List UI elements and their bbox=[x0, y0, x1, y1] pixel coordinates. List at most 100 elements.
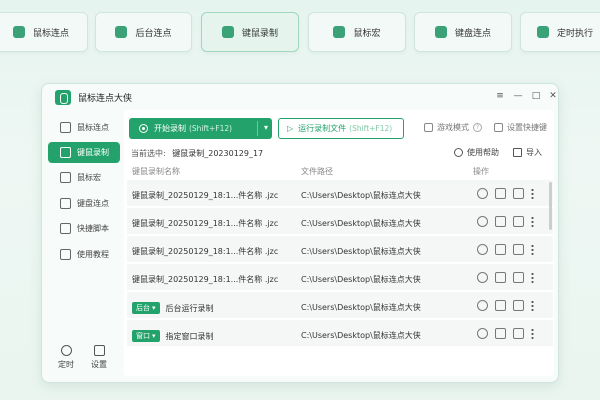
mode-badge[interactable]: 窗口 ▾ bbox=[132, 330, 160, 342]
settings-icon[interactable] bbox=[477, 272, 488, 283]
folder-icon[interactable] bbox=[513, 272, 524, 283]
record-name: 键鼠录制_20250129_18:1...件名称 .jzc bbox=[132, 191, 279, 200]
table-row[interactable]: 键鼠录制_20250129_18:1...件名称 .jzc C:\Users\D… bbox=[127, 208, 553, 236]
sidebar-item-mouse-click[interactable]: 鼠标连点 bbox=[48, 117, 120, 138]
folder-icon[interactable] bbox=[513, 244, 524, 255]
close-button[interactable]: ✕ bbox=[547, 90, 558, 102]
chevron-down-icon: ▾ bbox=[152, 304, 156, 312]
settings-icon[interactable] bbox=[477, 300, 488, 311]
gamepad-icon bbox=[424, 123, 433, 132]
sidebar-item-label: 鼠标连点 bbox=[77, 123, 109, 132]
mode-badge[interactable]: 后台 ▾ bbox=[132, 302, 160, 314]
delete-icon[interactable] bbox=[495, 188, 506, 199]
record-path: C:\Users\Desktop\鼠标连点大侠 bbox=[301, 219, 421, 228]
row-actions bbox=[477, 328, 534, 339]
menu-icon[interactable]: ≡ bbox=[494, 90, 506, 102]
delete-icon[interactable] bbox=[495, 272, 506, 283]
game-mode-label: 游戏模式 bbox=[437, 123, 469, 132]
more-icon[interactable] bbox=[531, 300, 534, 311]
table-row[interactable]: 后台 ▾ 后台运行录制 C:\Users\Desktop\鼠标连点大侠 bbox=[127, 292, 553, 320]
table-row[interactable]: 窗口 ▾ 指定窗口录制 C:\Users\Desktop\鼠标连点大侠 bbox=[127, 320, 553, 348]
sidebar-item-label: 键鼠录制 bbox=[77, 148, 109, 157]
feature-tab-mouse-click[interactable]: 鼠标连点 bbox=[0, 12, 88, 52]
settings-icon[interactable] bbox=[477, 328, 488, 339]
delete-icon[interactable] bbox=[495, 300, 506, 311]
set-hotkey-label: 设置快捷键 bbox=[507, 123, 547, 132]
sidebar-item-key-mouse-record[interactable]: 键鼠录制 bbox=[48, 142, 120, 163]
feature-tab-mouse-macro[interactable]: 鼠标宏 bbox=[308, 12, 406, 52]
import-button[interactable]: 导入 bbox=[513, 147, 542, 158]
sidebar-item-keyboard-click[interactable]: 键盘连点 bbox=[48, 193, 120, 214]
keyboard-icon bbox=[60, 198, 71, 209]
help-question-icon[interactable]: ? bbox=[473, 123, 482, 132]
table-scrollbar[interactable] bbox=[549, 182, 552, 230]
start-record-button[interactable]: 开始录制 (Shift+F12) ▾ bbox=[129, 118, 272, 139]
more-icon[interactable] bbox=[531, 216, 534, 227]
keyboard-icon bbox=[434, 26, 447, 38]
settings-button[interactable]: 设置 bbox=[91, 345, 107, 370]
folder-icon[interactable] bbox=[513, 216, 524, 227]
help-link[interactable]: 使用帮助 bbox=[454, 147, 499, 158]
start-record-label: 开始录制 bbox=[154, 124, 186, 133]
feature-tab-keyboard-click[interactable]: 键盘连点 bbox=[414, 12, 512, 52]
badge-label: 后台 bbox=[136, 304, 150, 312]
more-icon[interactable] bbox=[531, 272, 534, 283]
record-name: 指定窗口录制 bbox=[165, 331, 214, 341]
more-icon[interactable] bbox=[531, 188, 534, 199]
record-path: C:\Users\Desktop\鼠标连点大侠 bbox=[301, 331, 421, 340]
record-name: 键鼠录制_20250129_18:1...件名称 .jzc bbox=[132, 219, 279, 228]
delete-icon[interactable] bbox=[495, 244, 506, 255]
chevron-down-icon[interactable]: ▾ bbox=[264, 123, 268, 132]
table-row[interactable]: 键鼠录制_20250129_18:1...件名称 .jzc C:\Users\D… bbox=[127, 180, 553, 208]
settings-icon[interactable] bbox=[477, 216, 488, 227]
table-row[interactable]: 键鼠录制_20250129_18:1...件名称 .jzc C:\Users\D… bbox=[127, 236, 553, 264]
row-actions bbox=[477, 300, 534, 311]
record-icon bbox=[60, 147, 71, 158]
table-row[interactable]: 键鼠录制_20250129_18:1...件名称 .jzc C:\Users\D… bbox=[127, 264, 553, 292]
maximize-button[interactable]: □ bbox=[530, 90, 542, 102]
timer-label: 定时 bbox=[58, 360, 74, 369]
feature-tab-label: 后台连点 bbox=[135, 28, 172, 39]
folder-icon[interactable] bbox=[513, 328, 524, 339]
timer-button[interactable]: 定时 bbox=[58, 345, 74, 370]
record-name: 键鼠录制_20250129_18:1...件名称 .jzc bbox=[132, 247, 279, 256]
import-icon bbox=[513, 148, 522, 157]
folder-icon[interactable] bbox=[513, 300, 524, 311]
clock-icon bbox=[536, 26, 549, 38]
current-selection: 当前选中: 键鼠录制_20230129_17 bbox=[131, 148, 263, 159]
feature-tab-label: 鼠标连点 bbox=[32, 28, 69, 39]
start-record-shortcut: (Shift+F12) bbox=[189, 124, 233, 133]
current-selection-value: 键鼠录制_20230129_17 bbox=[172, 149, 264, 158]
row-actions bbox=[477, 272, 534, 283]
row-actions bbox=[477, 244, 534, 255]
app-logo-icon bbox=[55, 90, 71, 105]
more-icon[interactable] bbox=[531, 244, 534, 255]
mouse-icon bbox=[60, 172, 71, 183]
feature-tab-background-click[interactable]: 后台连点 bbox=[95, 12, 192, 52]
folder-icon[interactable] bbox=[513, 188, 524, 199]
record-path: C:\Users\Desktop\鼠标连点大侠 bbox=[301, 247, 421, 256]
feature-tab-scheduled[interactable]: 定时执行 bbox=[520, 12, 600, 52]
delete-icon[interactable] bbox=[495, 216, 506, 227]
game-mode-toggle[interactable]: 游戏模式 ? bbox=[424, 122, 482, 133]
set-hotkey-button[interactable]: 设置快捷键 bbox=[494, 122, 547, 133]
more-icon[interactable] bbox=[531, 328, 534, 339]
record-path: C:\Users\Desktop\鼠标连点大侠 bbox=[301, 275, 421, 284]
column-header-path: 文件路径 bbox=[301, 167, 333, 176]
sidebar-item-tutorial[interactable]: 使用教程 bbox=[48, 244, 120, 265]
app-title: 鼠标连点大侠 bbox=[78, 94, 133, 104]
settings-icon[interactable] bbox=[477, 188, 488, 199]
delete-icon[interactable] bbox=[495, 328, 506, 339]
sidebar-item-mouse-macro[interactable]: 鼠标宏 bbox=[48, 167, 120, 188]
timer-icon bbox=[60, 345, 72, 356]
sidebar: 鼠标连点 键鼠录制 鼠标宏 键盘连点 快捷脚本 使用教程 定时 设置 bbox=[42, 110, 124, 382]
record-name-with-badge: 后台 ▾ 后台运行录制 bbox=[132, 302, 214, 314]
run-record-file-button[interactable]: ▷ 运行录制文件 (Shift+F12) bbox=[278, 118, 404, 139]
feature-tab-label: 键盘连点 bbox=[454, 28, 491, 39]
minimize-button[interactable]: — bbox=[512, 90, 524, 102]
camera-icon bbox=[221, 26, 234, 38]
settings-icon[interactable] bbox=[477, 244, 488, 255]
feature-tab-key-mouse-record[interactable]: 键鼠录制 bbox=[201, 12, 299, 52]
sidebar-item-quick-script[interactable]: 快捷脚本 bbox=[48, 218, 120, 239]
monitor-icon bbox=[115, 26, 128, 38]
